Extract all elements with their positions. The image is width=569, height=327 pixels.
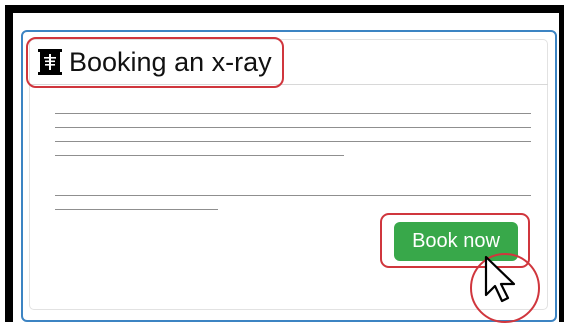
text-line — [55, 113, 531, 114]
title-highlight: Booking an x-ray — [26, 37, 284, 88]
text-line — [55, 127, 531, 128]
text-line — [55, 141, 531, 142]
text-line — [55, 155, 344, 156]
page-title: Booking an x-ray — [69, 47, 272, 77]
mouse-pointer-icon — [484, 255, 516, 303]
x-ray-film-icon — [38, 49, 62, 75]
text-line — [55, 195, 531, 196]
text-line — [55, 209, 218, 210]
